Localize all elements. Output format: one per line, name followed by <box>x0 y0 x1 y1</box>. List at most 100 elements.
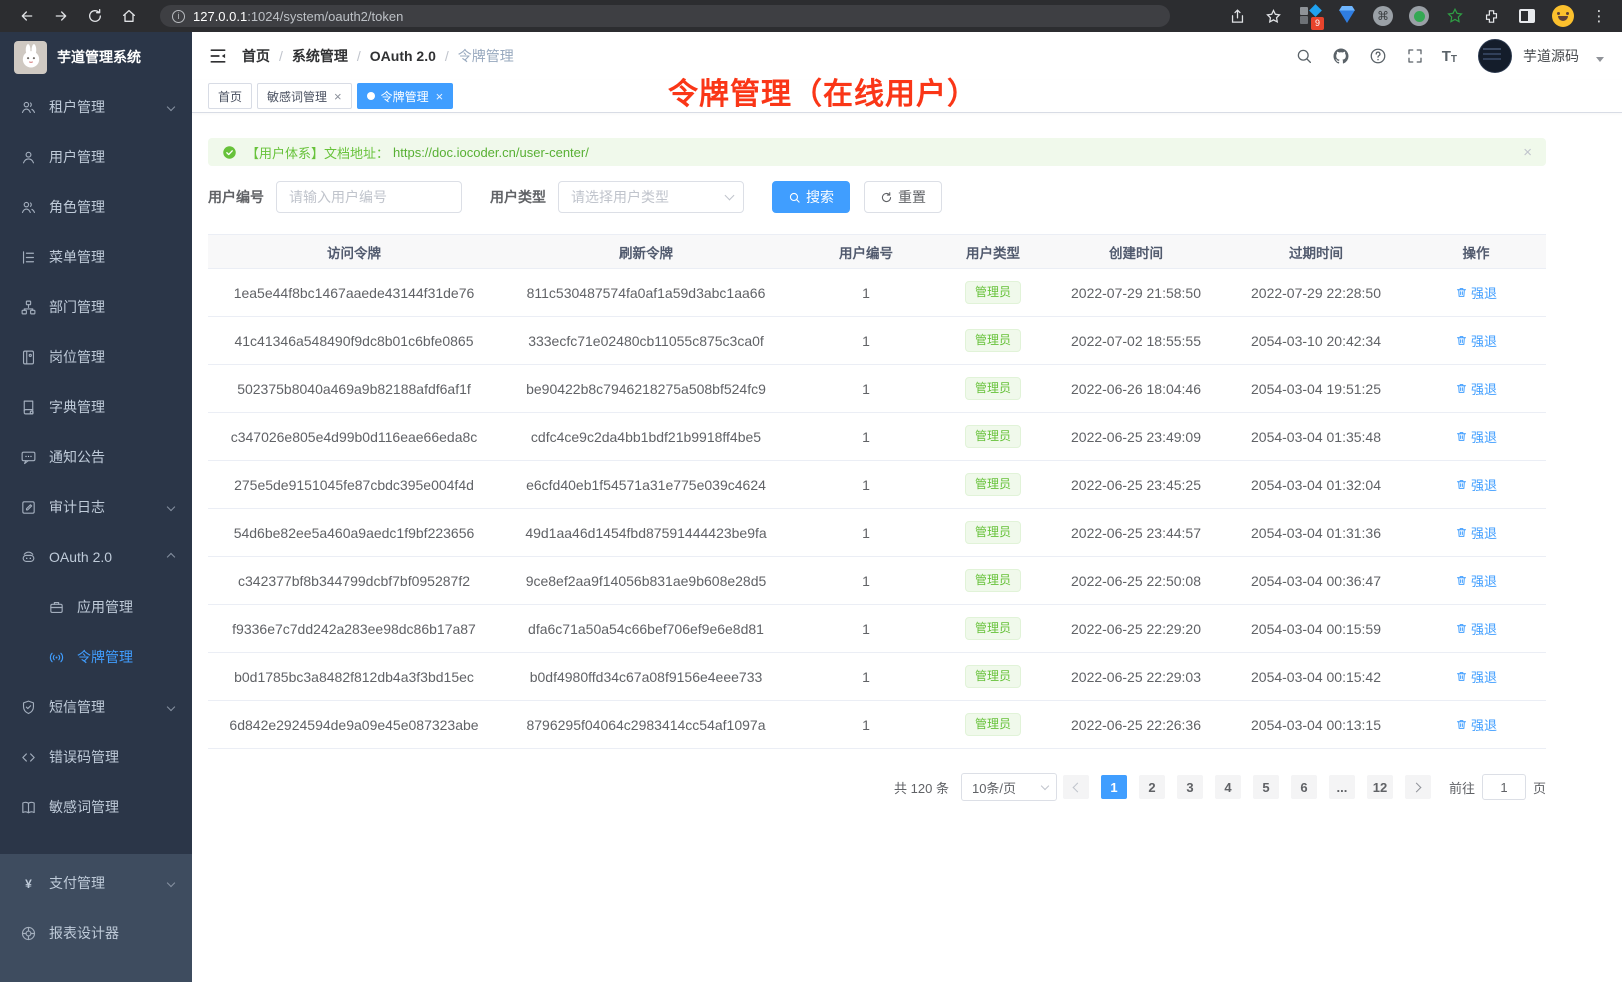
gem-extension-icon[interactable] <box>1336 5 1358 27</box>
force-logout-button[interactable]: 强退 <box>1455 283 1497 302</box>
sidebar-menu-item[interactable]: 用户管理 <box>0 132 192 182</box>
trash-icon <box>1455 526 1468 539</box>
chevron-icon <box>167 703 175 711</box>
sidebar-item-label: 支付管理 <box>49 873 105 893</box>
star-extension-icon[interactable] <box>1444 5 1466 27</box>
view-tab[interactable]: 敏感词管理 × <box>257 83 352 109</box>
app-logo-header[interactable]: 芋道管理系统 <box>0 32 192 82</box>
page-number-button[interactable]: 1 <box>1101 775 1127 799</box>
github-icon[interactable] <box>1331 46 1351 66</box>
extension-with-badge-icon[interactable]: 9 <box>1298 4 1322 28</box>
force-logout-button[interactable]: 强退 <box>1455 331 1497 350</box>
address-bar[interactable]: i 127.0.0.1:1024/system/oauth2/token <box>160 5 1170 27</box>
bookmark-star-icon[interactable] <box>1262 5 1284 27</box>
user-avatar[interactable] <box>1478 39 1512 73</box>
breadcrumb-item[interactable]: 令牌管理 <box>458 46 514 66</box>
next-page-button[interactable] <box>1405 775 1431 799</box>
sidebar-menu-item[interactable]: 字典管理 <box>0 382 192 432</box>
table-row: b0d1785bc3a8482f812db4a3f3bd15ec b0df498… <box>208 653 1546 701</box>
sidebar-menu-item[interactable]: ¥ 支付管理 <box>0 858 192 908</box>
app-title: 芋道管理系统 <box>57 47 141 67</box>
page-number-button[interactable]: 3 <box>1177 775 1203 799</box>
sidebar-menu-item[interactable]: 错误码管理 <box>0 732 192 782</box>
force-logout-button[interactable]: 强退 <box>1455 427 1497 446</box>
reload-button[interactable] <box>80 4 110 28</box>
fullscreen-icon[interactable] <box>1405 46 1425 66</box>
sidebar-menu-item[interactable]: 报表设计器 <box>0 908 192 958</box>
user-type-select[interactable]: 请选择用户类型 <box>558 181 744 213</box>
view-tab[interactable]: 令牌管理 × <box>357 83 454 109</box>
cell-user-type: 管理员 <box>940 653 1046 701</box>
sidebar-menu-item[interactable]: 菜单管理 <box>0 232 192 282</box>
browser-menu-icon[interactable]: ⋮ <box>1588 5 1610 27</box>
sidebar-item-label: 审计日志 <box>49 497 105 517</box>
sidebar-menu-item[interactable]: 角色管理 <box>0 182 192 232</box>
force-logout-button[interactable]: 强退 <box>1455 523 1497 542</box>
cell-user-id: 1 <box>792 605 940 653</box>
help-icon[interactable] <box>1368 46 1388 66</box>
sidebar-menu-item[interactable]: 审计日志 <box>0 482 192 532</box>
trash-icon <box>1455 334 1468 347</box>
extensions-puzzle-icon[interactable] <box>1480 5 1502 27</box>
chevron-right-icon <box>1412 782 1422 792</box>
page-number-button[interactable]: 5 <box>1253 775 1279 799</box>
sidebar-collapse-icon[interactable] <box>208 46 228 66</box>
alert-close-icon[interactable]: × <box>1523 145 1532 160</box>
sidebar-menu-item[interactable]: 岗位管理 <box>0 332 192 382</box>
table-header-row: 访问令牌刷新令牌用户编号用户类型创建时间过期时间操作 <box>208 235 1546 269</box>
force-logout-button[interactable]: 强退 <box>1455 571 1497 590</box>
breadcrumb-item[interactable]: 系统管理 <box>292 46 348 66</box>
page-number-button[interactable]: 2 <box>1139 775 1165 799</box>
page-number-button[interactable]: 4 <box>1215 775 1241 799</box>
home-button[interactable] <box>114 4 144 28</box>
cell-actions: 强退 <box>1406 317 1546 365</box>
sidebar-menu-item[interactable]: 敏感词管理 <box>0 782 192 832</box>
pagination: 共 120 条 10条/页 1 2 3 4 5 <box>208 773 1546 801</box>
force-logout-button[interactable]: 强退 <box>1455 379 1497 398</box>
user-id-input[interactable] <box>276 181 462 213</box>
page-number-button[interactable]: 12 <box>1367 775 1393 799</box>
page-info-icon[interactable]: i <box>172 10 185 23</box>
reset-button[interactable]: 重置 <box>864 181 942 213</box>
forward-button[interactable] <box>46 4 76 28</box>
tab-close-icon[interactable]: × <box>334 90 342 103</box>
page-size-select[interactable]: 10条/页 <box>961 773 1057 801</box>
cell-user-id: 1 <box>792 509 940 557</box>
user-name[interactable]: 芋道源码 <box>1523 46 1579 66</box>
doc-link[interactable]: https://doc.iocoder.cn/user-center/ <box>393 145 589 160</box>
command-extension-icon[interactable]: ⌘ <box>1372 5 1394 27</box>
force-logout-button[interactable]: 强退 <box>1455 667 1497 686</box>
caret-down-icon[interactable] <box>1596 57 1604 62</box>
search-button[interactable]: 搜索 <box>772 181 850 213</box>
breadcrumb-separator: / <box>445 48 449 64</box>
sidebar-item-label: 角色管理 <box>49 197 105 217</box>
user-type-badge: 管理员 <box>965 377 1021 401</box>
breadcrumb-item[interactable]: OAuth 2.0 <box>370 48 436 64</box>
breadcrumb-item[interactable]: 首页 <box>242 46 270 66</box>
tab-close-icon[interactable]: × <box>436 90 444 103</box>
chevron-down-icon <box>1041 782 1049 790</box>
sidebar-menu-item[interactable]: 应用管理 <box>0 582 192 632</box>
sidebar-menu-item[interactable]: 通知公告 <box>0 432 192 482</box>
user-type-badge: 管理员 <box>965 329 1021 353</box>
search-icon[interactable] <box>1294 46 1314 66</box>
sidebar-menu-item[interactable]: 部门管理 <box>0 282 192 332</box>
force-logout-button[interactable]: 强退 <box>1455 619 1497 638</box>
page-number-button[interactable]: ... <box>1329 775 1355 799</box>
back-button[interactable] <box>12 4 42 28</box>
sidebar-menu-item[interactable]: 租户管理 <box>0 82 192 132</box>
goto-page-input[interactable] <box>1482 774 1526 800</box>
page-number-button[interactable]: 6 <box>1291 775 1317 799</box>
force-logout-button[interactable]: 强退 <box>1455 715 1497 734</box>
record-extension-icon[interactable] <box>1408 5 1430 27</box>
sidebar-menu-item[interactable]: 短信管理 <box>0 682 192 732</box>
view-tab[interactable]: 首页 × <box>208 83 252 109</box>
prev-page-button[interactable] <box>1063 775 1089 799</box>
share-icon[interactable] <box>1226 5 1248 27</box>
sidebar-menu-item[interactable]: 令牌管理 <box>0 632 192 682</box>
side-panel-icon[interactable] <box>1516 5 1538 27</box>
font-size-icon[interactable]: TT <box>1442 48 1457 65</box>
profile-avatar-icon[interactable] <box>1552 5 1574 27</box>
force-logout-button[interactable]: 强退 <box>1455 475 1497 494</box>
sidebar-menu-item[interactable]: OAuth 2.0 <box>0 532 192 582</box>
